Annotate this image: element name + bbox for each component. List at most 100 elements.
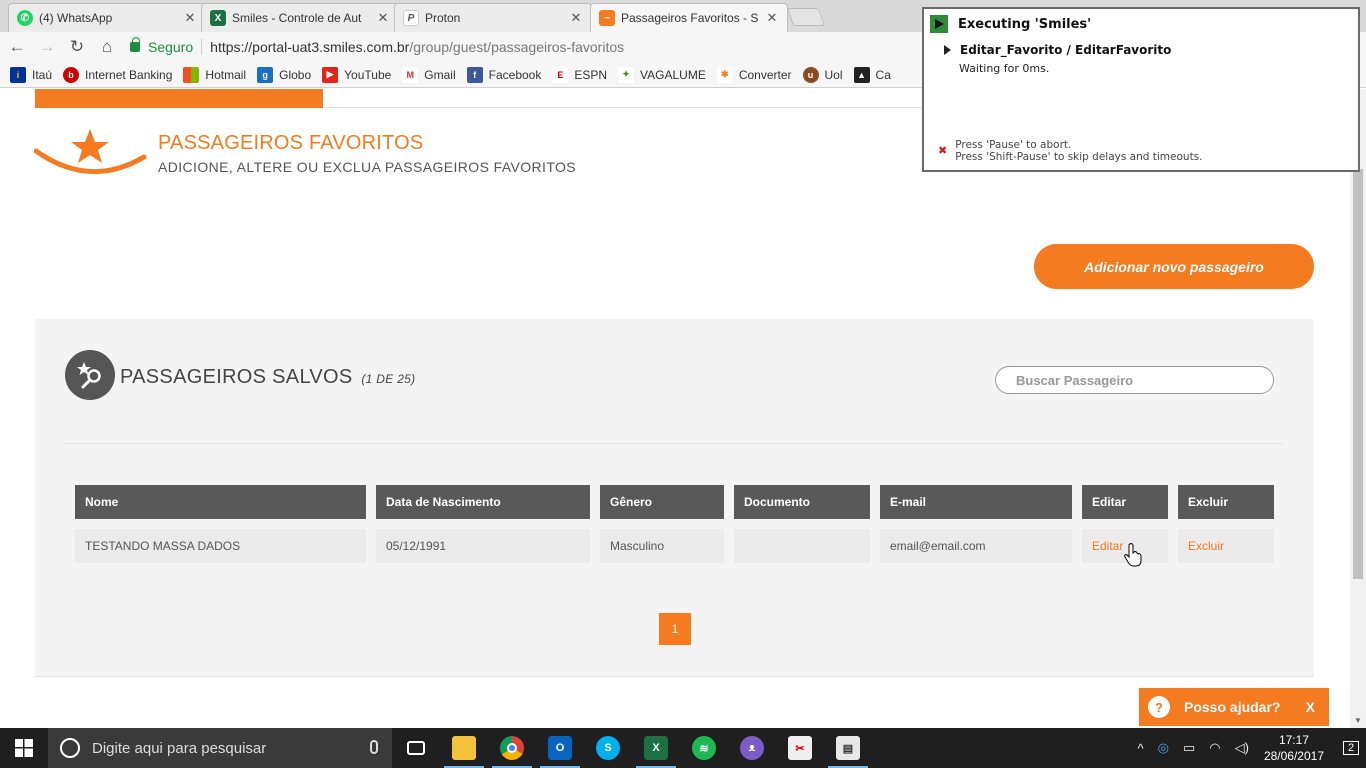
taskbar-clock[interactable]: 17:17 28/06/2017 [1264,732,1324,764]
gmail-icon: M [402,66,419,83]
windows-taskbar: Digite aqui para pesquisar O S X ≋ ᴥ ✂ ▤… [0,728,1366,768]
spotify-icon: ≋ [692,736,716,760]
tab-smiles-controle[interactable]: X Smiles - Controle de Aut ✕ [201,3,399,32]
show-hidden-icons-chevron-icon[interactable]: ^ [1138,741,1144,756]
search-passenger-input[interactable] [995,366,1274,394]
notification-count: 2 [1342,741,1360,755]
taskbar-excel[interactable]: X [632,728,680,768]
automation-note-line-2: Press 'Shift-Pause' to skip delays and t… [955,151,1203,163]
help-chat-widget[interactable]: ? Posso ajudar? X [1139,688,1329,726]
bookmark-ca[interactable]: ▲ Ca [853,66,891,83]
action-center-notifications[interactable]: 2 [1336,728,1366,768]
converter-icon: ✱ [716,66,733,83]
facebook-icon: f [466,66,483,83]
cell-genero: Masculino [600,529,724,563]
tab-whatsapp[interactable]: ✆ (4) WhatsApp ✕ [8,3,206,32]
taskbar-skype[interactable]: S [584,728,632,768]
bookmark-vagalume[interactable]: ✦ VAGALUME [618,66,706,83]
automation-title: Executing 'Smiles' [958,16,1092,32]
bookmark-espn[interactable]: E ESPN [552,66,607,83]
itau-icon: i [10,66,26,83]
bookmark-youtube[interactable]: ▶ YouTube [322,66,391,83]
automation-current-step: Editar_Favorito / EditarFavorito [944,43,1171,57]
scrollbar-thumb[interactable] [1353,169,1363,579]
help-label: Posso ajudar? [1184,699,1281,715]
scroll-down-arrow-icon[interactable]: ▼ [1354,716,1362,725]
bookmark-converter[interactable]: ✱ Converter [716,66,792,83]
taskbar-app-window[interactable]: ▤ [824,728,872,768]
back-arrow-icon[interactable]: ← [4,34,30,60]
globo-icon: g [257,66,274,83]
url-domain: https://portal-uat3.smiles.com.br [210,39,410,55]
volume-icon[interactable]: ◁) [1235,740,1249,756]
automation-instructions: ✖ Press 'Pause' to abort. Press 'Shift-P… [938,139,1203,163]
column-header-documento: Documento [734,485,870,519]
taskbar-spotify[interactable]: ≋ [680,728,728,768]
tab-proton[interactable]: P Proton ✕ [394,3,592,32]
battery-icon[interactable]: ▭ [1183,740,1195,756]
column-header-genero: Gênero [600,485,724,519]
bookmark-itau[interactable]: i Itaú [10,66,53,83]
close-tab-icon[interactable]: ✕ [376,10,390,26]
bookmark-gmail[interactable]: M Gmail [402,66,456,83]
automation-status-window: Executing 'Smiles' Editar_Favorito / Edi… [922,7,1360,172]
taskbar-file-explorer[interactable] [440,728,488,768]
skype-icon: S [596,736,620,760]
bookmark-label: Globo [279,67,312,82]
bookmark-label: Facebook [488,67,542,82]
wifi-icon[interactable]: ◠ [1209,740,1220,756]
tab-title: Smiles - Controle de Aut [232,11,362,25]
windows-start-button[interactable] [0,728,48,768]
bookmark-label: VAGALUME [640,67,706,82]
add-passenger-button[interactable]: Adicionar novo passageiro [1034,244,1314,289]
taskbar-search-box[interactable]: Digite aqui para pesquisar [48,728,392,768]
hand-pointer-cursor-icon [1124,543,1142,567]
reload-icon[interactable]: ↻ [64,34,90,60]
bookmark-globo[interactable]: g Globo [257,66,312,83]
bookmark-facebook[interactable]: f Facebook [466,66,542,83]
cortana-icon [60,738,80,758]
taskbar-app-tools[interactable]: ✂ [776,728,824,768]
taskbar-outlook[interactable]: O [536,728,584,768]
abort-x-icon: ✖ [938,144,948,157]
bookmark-uol[interactable]: u Uol [802,66,843,83]
whatsapp-icon: ✆ [17,10,33,26]
bookmark-label: Itaú [32,67,53,82]
taskbar-chrome[interactable] [488,728,536,768]
bradesco-icon: b [63,66,80,83]
close-tab-icon[interactable]: ✕ [569,10,583,26]
taskbar-app-purple[interactable]: ᴥ [728,728,776,768]
pagination-page-1[interactable]: 1 [659,613,691,645]
tab-passageiros-favoritos[interactable]: ~ Passageiros Favoritos - S ✕ [590,3,788,32]
close-tab-icon[interactable]: ✕ [765,10,779,26]
bookmark-internet-banking[interactable]: b Internet Banking [63,66,172,83]
star-search-icon [65,350,115,400]
automation-step-label: Editar_Favorito / EditarFavorito [960,43,1172,57]
uol-icon: u [802,66,819,83]
play-icon [930,15,948,33]
youtube-icon: ▶ [322,66,339,83]
help-close-button[interactable]: X [1306,699,1315,715]
omnibox-separator [201,39,203,55]
column-header-excluir: Excluir [1178,485,1274,519]
help-question-icon: ? [1148,696,1170,718]
hat-icon: ▲ [853,66,870,83]
bookmark-label: Ca [875,67,891,82]
clock-time: 17:17 [1278,733,1309,747]
new-tab-button[interactable] [786,8,826,26]
page-scrollbar[interactable]: ▼ [1350,89,1366,729]
bookmark-hotmail[interactable]: Hotmail [183,66,246,83]
task-view-button[interactable] [392,728,440,768]
automation-status: Waiting for 0ms. [959,62,1050,75]
microphone-icon[interactable] [370,740,378,754]
bookmark-label: Converter [738,67,792,82]
close-tab-icon[interactable]: ✕ [183,10,197,26]
tools-icon: ✂ [788,736,812,760]
delete-passenger-link[interactable]: Excluir [1178,529,1274,563]
sync-icon[interactable]: ◎ [1158,740,1169,756]
cat-app-icon: ᴥ [740,736,764,760]
forward-arrow-icon[interactable]: → [34,34,60,60]
home-icon[interactable]: ⌂ [94,34,120,60]
bookmark-label: Uol [824,67,843,82]
page-title: PASSAGEIROS FAVORITOS [158,132,424,154]
